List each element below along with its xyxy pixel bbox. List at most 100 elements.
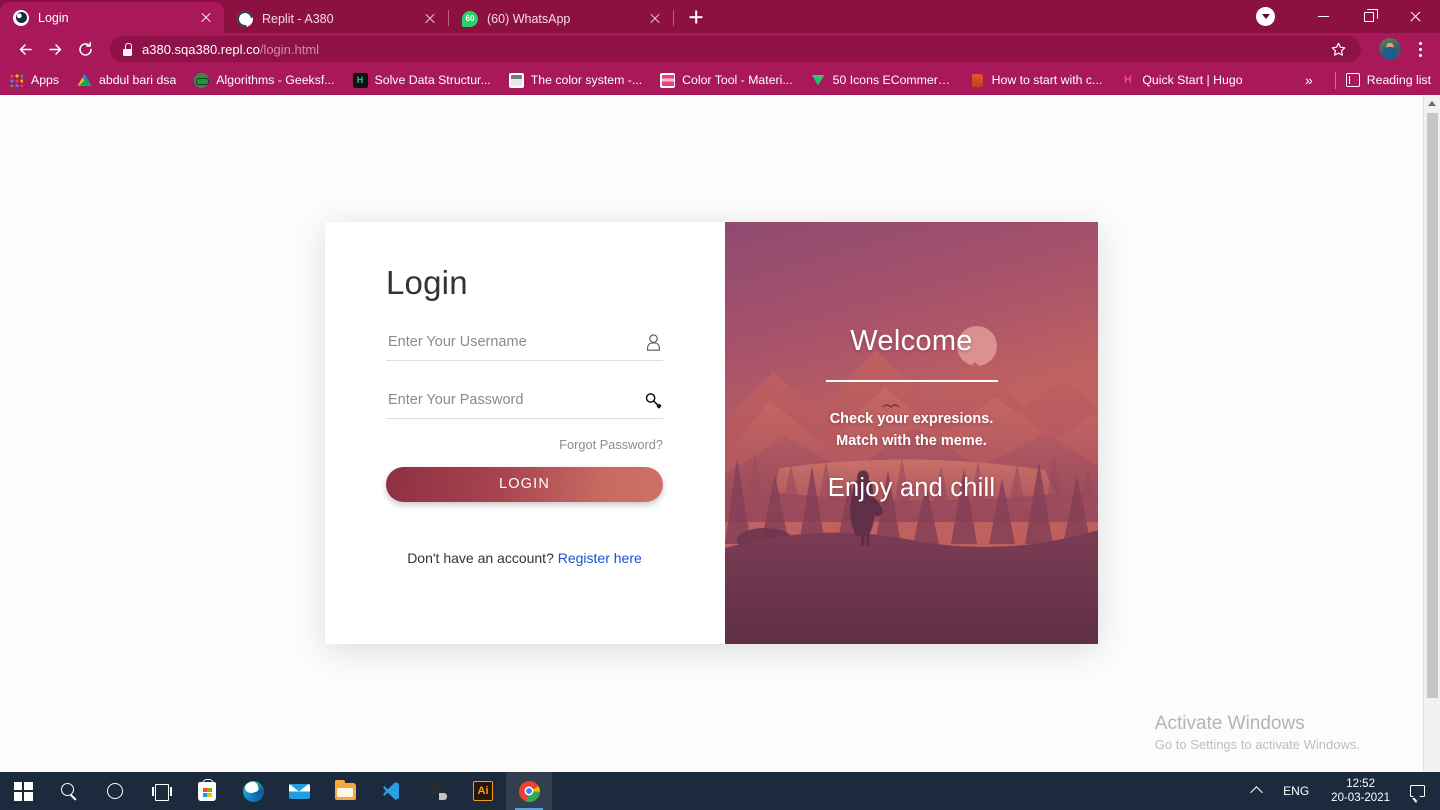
bookmark-star-icon[interactable] <box>1327 38 1349 60</box>
new-tab-button[interactable] <box>682 3 710 31</box>
bookmark-solve-data-structures[interactable]: Solve Data Structur... <box>352 72 500 88</box>
close-icon[interactable] <box>421 10 439 28</box>
activate-windows-watermark: Activate Windows Go to Settings to activ… <box>1155 711 1360 752</box>
show-hidden-icons-button[interactable] <box>1241 772 1271 810</box>
notifications-button[interactable] <box>1400 772 1434 810</box>
microsoft-store-button[interactable] <box>184 772 230 810</box>
cortana-button[interactable] <box>92 772 138 810</box>
login-button[interactable]: LOGIN <box>386 466 663 502</box>
browser-tab-login[interactable]: Login <box>0 2 224 33</box>
welcome-panel: Welcome Check your expresions. Match wit… <box>725 221 1098 644</box>
divider <box>1334 71 1336 89</box>
book-icon <box>970 73 985 88</box>
minimize-button[interactable] <box>1300 0 1346 33</box>
tagline-line-2: Match with the meme. <box>836 432 987 449</box>
window-controls <box>1256 0 1440 33</box>
bookmark-color-tool[interactable]: Color Tool - Materi... <box>660 72 801 88</box>
clock-date: 20-03-2021 <box>1331 792 1390 804</box>
url-text: a380.sqa380.repl.co/login.html <box>142 42 319 57</box>
search-icon <box>60 782 78 800</box>
browser-toolbar: a380.sqa380.repl.co/login.html <box>0 33 1440 65</box>
password-field-row <box>386 383 663 419</box>
task-view-button[interactable] <box>138 772 184 810</box>
tab-strip: Login Replit - A380 60 (60) WhatsApp <box>0 0 1440 33</box>
apps-grid-icon <box>9 73 24 88</box>
forward-icon[interactable] <box>40 34 70 64</box>
lock-icon <box>122 42 133 56</box>
windows-taskbar: Ai ENG 12:52 20-03-2021 <box>0 772 1440 810</box>
bookmark-algorithms-geeksforgeeks[interactable]: Algorithms - Geeksf... <box>194 72 343 88</box>
file-explorer-button[interactable] <box>322 772 368 810</box>
color-tool-icon <box>660 72 676 88</box>
chevron-double-right-icon[interactable]: » <box>1293 72 1325 88</box>
address-bar[interactable]: a380.sqa380.repl.co/login.html <box>110 36 1361 62</box>
avatar[interactable] <box>1379 38 1401 60</box>
welcome-content: Welcome Check your expresions. Match wit… <box>725 222 1098 503</box>
reload-icon[interactable] <box>70 34 100 64</box>
search-button[interactable] <box>46 772 92 810</box>
language-indicator[interactable]: ENG <box>1271 784 1321 798</box>
tagline-line-1: Check your expresions. <box>829 410 994 427</box>
login-card: Login Enter Your Username Forgot Passwor… <box>325 221 1098 644</box>
fifty-icons-icon <box>811 73 826 88</box>
bookmark-quick-start-hugo[interactable]: Quick Start | Hugo <box>1120 73 1251 88</box>
bookmark-label: Algorithms - Geeksf... <box>216 73 335 87</box>
page-title: Login <box>386 263 468 301</box>
bookmark-label: The color system -... <box>530 73 643 87</box>
bookmark-50-icons-ecommerce[interactable]: 50 Icons ECommerc... <box>811 73 961 88</box>
browser-tab-whatsapp[interactable]: 60 (60) WhatsApp <box>449 4 673 33</box>
page-scrollbar[interactable] <box>1423 95 1440 810</box>
username-input[interactable] <box>386 334 643 350</box>
url-path: /login.html <box>259 41 320 57</box>
bookmark-label: Quick Start | Hugo <box>1142 73 1243 87</box>
scroll-up-icon[interactable] <box>1423 95 1440 112</box>
back-icon[interactable] <box>10 34 40 64</box>
register-here-link[interactable]: Register here <box>558 550 642 566</box>
welcome-heading: Welcome <box>850 324 973 357</box>
globe-icon <box>13 9 29 26</box>
maximize-button[interactable] <box>1346 0 1392 33</box>
tab-search-icon[interactable] <box>1256 7 1275 26</box>
microsoft-edge-button[interactable] <box>230 772 276 810</box>
bookmark-how-to-start[interactable]: How to start with c... <box>970 73 1112 88</box>
register-prompt-text: Don't have an account? <box>407 549 554 566</box>
close-icon[interactable] <box>197 9 215 27</box>
bookmark-label: 50 Icons ECommerc... <box>832 73 952 87</box>
replit-icon <box>237 10 253 27</box>
close-icon[interactable] <box>646 10 664 28</box>
google-chrome-button[interactable] <box>506 772 552 810</box>
forgot-password-link[interactable]: Forgot Password? <box>386 437 663 452</box>
bookmark-apps[interactable]: Apps <box>9 73 68 88</box>
tab-title: Login <box>38 10 69 25</box>
system-tray: ENG 12:52 20-03-2021 <box>1241 772 1440 810</box>
close-window-button[interactable] <box>1392 0 1438 33</box>
vs-code-button[interactable] <box>368 772 414 810</box>
bookmark-color-system[interactable]: The color system -... <box>508 72 651 88</box>
tab-title: Replit - A380 <box>262 11 334 26</box>
reading-list-button[interactable]: Reading list <box>1345 73 1431 87</box>
key-icon <box>643 390 663 410</box>
task-view-icon <box>151 783 171 801</box>
material-icon <box>508 72 524 88</box>
bookmarks-bar: Apps abdul bari dsa Algorithms - Geeksf.… <box>0 65 1440 95</box>
clock[interactable]: 12:52 20-03-2021 <box>1321 777 1400 805</box>
clock-time: 12:52 <box>1346 778 1375 790</box>
edge-icon <box>242 780 264 802</box>
scrollbar-thumb[interactable] <box>1426 113 1438 698</box>
hackerrank-icon <box>352 72 368 88</box>
vscode-icon <box>381 781 401 801</box>
mail-button[interactable] <box>276 772 322 810</box>
browser-tab-replit[interactable]: Replit - A380 <box>224 4 448 33</box>
password-input[interactable] <box>386 392 643 408</box>
bookmark-label: Apps <box>31 73 60 87</box>
illustrator-button[interactable]: Ai <box>460 772 506 810</box>
bookmark-label: Color Tool - Materi... <box>682 73 793 87</box>
web-page: Login Enter Your Username Forgot Passwor… <box>0 95 1423 810</box>
bookmark-abdul-bari-dsa[interactable]: abdul bari dsa <box>77 73 185 88</box>
chrome-menu-icon[interactable] <box>1410 38 1430 60</box>
tab-title: (60) WhatsApp <box>487 11 571 26</box>
start-button[interactable] <box>0 772 46 810</box>
inkscape-button[interactable] <box>414 772 460 810</box>
url-domain: a380.sqa380.repl.co <box>142 41 260 57</box>
google-drive-icon <box>77 73 92 88</box>
